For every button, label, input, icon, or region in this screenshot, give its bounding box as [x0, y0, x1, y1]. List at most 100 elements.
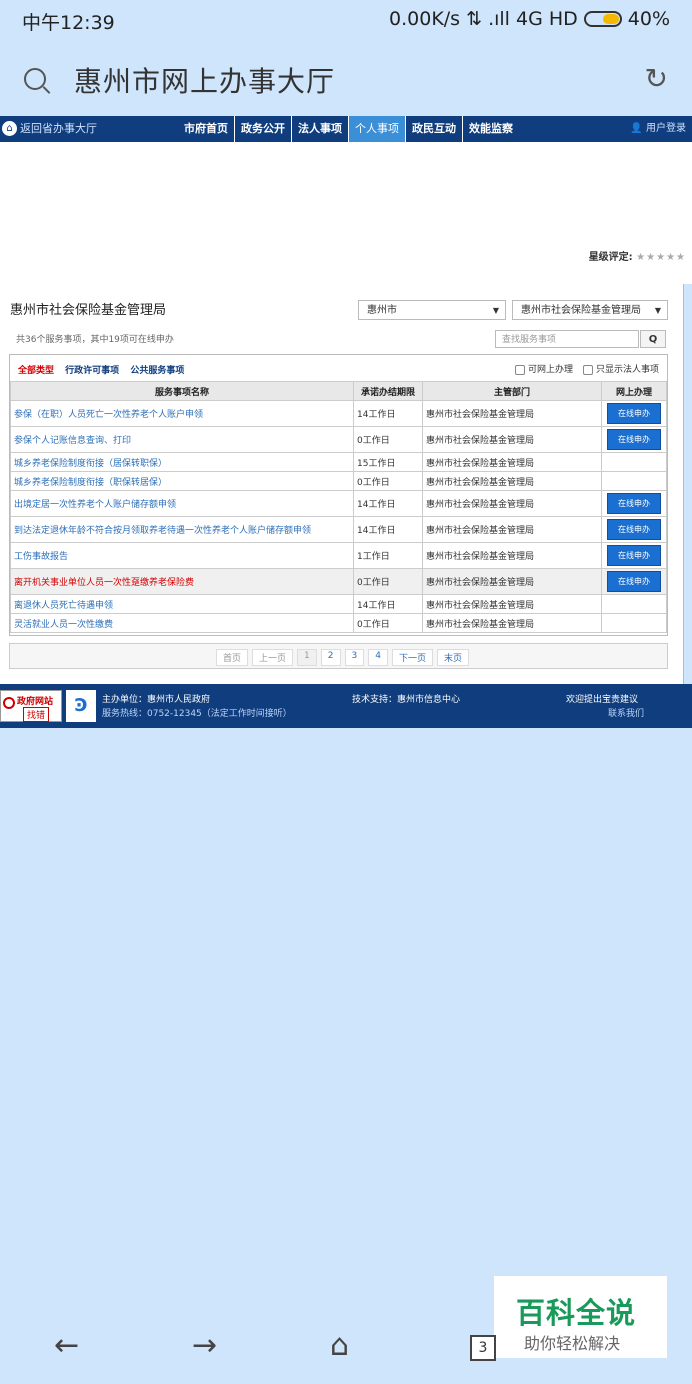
service-name-link[interactable]: 离开机关事业单位人员一次性趸缴养老保险费: [10, 568, 354, 595]
apply-cell: 在线申办: [601, 426, 667, 453]
type-filters: 全部类型 行政许可事项 公共服务事项: [18, 363, 192, 376]
footer-hotline: 服务热线：0752-12345（法定工作时间接听）: [102, 709, 292, 719]
service-count: 共36个服务事项，其中19项可在线申办: [16, 335, 174, 345]
site-footer: 政府网站 找错 Ꜿ 主办单位：惠州市人民政府 服务热线：0752-12345（法…: [0, 684, 692, 728]
apply-online-button[interactable]: 在线申办: [607, 519, 661, 540]
rating-stars[interactable]: ★★★★★: [636, 252, 686, 263]
contact-us-link[interactable]: 联系我们: [608, 706, 644, 719]
dept-select-value: 惠州市社会保险基金管理局: [521, 305, 641, 316]
service-name-link[interactable]: 灵活就业人员一次性缴费: [10, 613, 354, 633]
apply-cell: 在线申办: [601, 516, 667, 543]
page-4[interactable]: 4: [368, 649, 388, 666]
service-name-link[interactable]: 到达法定退休年龄不符合按月领取养老待遇一次性养老个人账户储存额申领: [10, 516, 354, 543]
apply-cell: 在线申办: [601, 490, 667, 517]
col-header-period: 承诺办结期限: [353, 381, 423, 401]
back-arrow-icon[interactable]: ←: [54, 1328, 79, 1363]
nav-item-interaction[interactable]: 政民互动: [406, 116, 463, 142]
nav-item-personal[interactable]: 个人事项: [349, 116, 406, 142]
network-indicator: 0.00K/s ⇅ .ıll 4G HD: [389, 8, 578, 30]
apply-cell: 在线申办: [601, 542, 667, 569]
period-cell: 0工作日: [353, 568, 423, 595]
service-name-link[interactable]: 离退休人员死亡待遇申领: [10, 594, 354, 614]
col-header-name: 服务事项名称: [10, 381, 354, 401]
dept-cell: 惠州市社会保险基金管理局: [422, 516, 602, 543]
service-name-link[interactable]: 出境定居一次性养老个人账户储存额申领: [10, 490, 354, 517]
check-legal[interactable]: 只显示法人事项: [582, 362, 659, 375]
gov-site-error-badge[interactable]: 政府网站 找错: [0, 690, 62, 722]
apply-online-button[interactable]: 在线申办: [607, 545, 661, 566]
nav-item-gov-open[interactable]: 政务公开: [235, 116, 292, 142]
page-3[interactable]: 3: [344, 649, 365, 666]
filter-all[interactable]: 全部类型: [18, 366, 54, 376]
pagination: 首页 上一页 1 2 3 4 下一页 末页: [9, 643, 668, 669]
period-cell: 14工作日: [353, 594, 423, 614]
page-1[interactable]: 1: [297, 649, 317, 666]
service-name-link[interactable]: 城乡养老保险制度衔接（职保转居保）: [10, 471, 354, 491]
search-input[interactable]: 查找服务事项: [495, 330, 639, 348]
nav-item-legal[interactable]: 法人事项: [292, 116, 349, 142]
tabs-count-button[interactable]: 3: [470, 1335, 496, 1361]
check-legal-label: 只显示法人事项: [595, 365, 659, 375]
search-icon[interactable]: [24, 68, 46, 90]
service-table: 服务事项名称 承诺办结期限 主管部门 网上办理 参保（在职）人员死亡一次性养老个…: [10, 381, 667, 633]
reload-icon[interactable]: ↻: [645, 62, 668, 95]
page-2[interactable]: 2: [320, 649, 341, 666]
service-name-link[interactable]: 城乡养老保险制度衔接（居保转职保）: [10, 452, 354, 472]
period-cell: 14工作日: [353, 516, 423, 543]
period-cell: 1工作日: [353, 542, 423, 569]
gov-emblem-icon: Ꜿ: [66, 690, 96, 722]
panel-title: 惠州市社会保险基金管理局: [10, 303, 167, 318]
checkbox-icon: [514, 364, 525, 375]
search-button[interactable]: Q: [640, 330, 666, 348]
apply-cell: [601, 471, 667, 491]
page-next[interactable]: 下一页: [391, 649, 433, 666]
nav-item-home[interactable]: 市府首页: [178, 116, 235, 142]
magnifier-icon: [3, 697, 15, 709]
footer-host: 主办单位：惠州市人民政府: [102, 695, 211, 705]
apply-online-button[interactable]: 在线申办: [607, 403, 661, 424]
apply-online-button[interactable]: 在线申办: [607, 571, 661, 592]
user-login-link[interactable]: 👤 用户登录: [630, 116, 686, 142]
page-first[interactable]: 首页: [216, 649, 249, 666]
dept-select[interactable]: 惠州市社会保险基金管理局 ▼: [512, 300, 668, 320]
apply-cell: [601, 613, 667, 633]
city-select-value: 惠州市: [367, 305, 397, 316]
site-nav: ⌂ 返回省办事大厅 市府首页 政务公开 法人事项 个人事项 政民互动 效能监察 …: [0, 116, 692, 142]
page-prev[interactable]: 上一页: [252, 649, 294, 666]
forward-arrow-icon[interactable]: →: [192, 1328, 217, 1363]
service-name-link[interactable]: 工伤事故报告: [10, 542, 354, 569]
dept-cell: 惠州市社会保险基金管理局: [422, 490, 602, 517]
table-row: 工伤事故报告 1工作日 惠州市社会保险基金管理局 在线申办: [10, 542, 667, 569]
table-row: 参保个人记账信息查询、打印 0工作日 惠州市社会保险基金管理局 在线申办: [10, 426, 667, 453]
rating-label: 星级评定:: [588, 252, 633, 263]
browser-bar: 惠州市网上办事大厅 ↻: [0, 48, 692, 114]
check-online-label: 可网上办理: [527, 365, 573, 375]
table-row: 到达法定退休年龄不符合按月领取养老待遇一次性养老个人账户储存额申领 14工作日 …: [10, 516, 667, 543]
dept-cell: 惠州市社会保险基金管理局: [422, 471, 602, 491]
home-icon[interactable]: ⌂: [330, 1328, 349, 1363]
apply-online-button[interactable]: 在线申办: [607, 429, 661, 450]
battery-icon: [583, 11, 622, 27]
page-last[interactable]: 末页: [436, 649, 469, 666]
apply-cell: [601, 452, 667, 472]
service-name-link[interactable]: 参保个人记账信息查询、打印: [10, 426, 354, 453]
filter-license[interactable]: 行政许可事项: [65, 366, 119, 376]
nav-item-supervision[interactable]: 效能监察: [463, 116, 519, 142]
table-row: 离开机关事业单位人员一次性趸缴养老保险费 0工作日 惠州市社会保险基金管理局 在…: [10, 568, 667, 595]
filter-public[interactable]: 公共服务事项: [130, 366, 184, 376]
nav-items: 市府首页 政务公开 法人事项 个人事项 政民互动 效能监察: [178, 116, 519, 142]
dept-cell: 惠州市社会保险基金管理局: [422, 400, 602, 427]
table-row: 出境定居一次性养老个人账户储存额申领 14工作日 惠州市社会保险基金管理局 在线…: [10, 490, 667, 517]
city-select[interactable]: 惠州市 ▼: [358, 300, 506, 320]
chevron-down-icon: ▼: [654, 306, 661, 315]
dept-cell: 惠州市社会保险基金管理局: [422, 452, 602, 472]
footer-suggest: 欢迎提出宝贵建议: [566, 695, 639, 705]
service-name-link[interactable]: 参保（在职）人员死亡一次性养老个人账户申领: [10, 400, 354, 427]
browser-title[interactable]: 惠州市网上办事大厅: [74, 60, 335, 100]
apply-cell: [601, 594, 667, 614]
dept-cell: 惠州市社会保险基金管理局: [422, 542, 602, 569]
apply-online-button[interactable]: 在线申办: [607, 493, 661, 514]
checkbox-icon: [582, 364, 593, 375]
back-to-province-link[interactable]: ⌂ 返回省办事大厅: [0, 116, 97, 142]
check-online[interactable]: 可网上办理: [514, 362, 573, 375]
